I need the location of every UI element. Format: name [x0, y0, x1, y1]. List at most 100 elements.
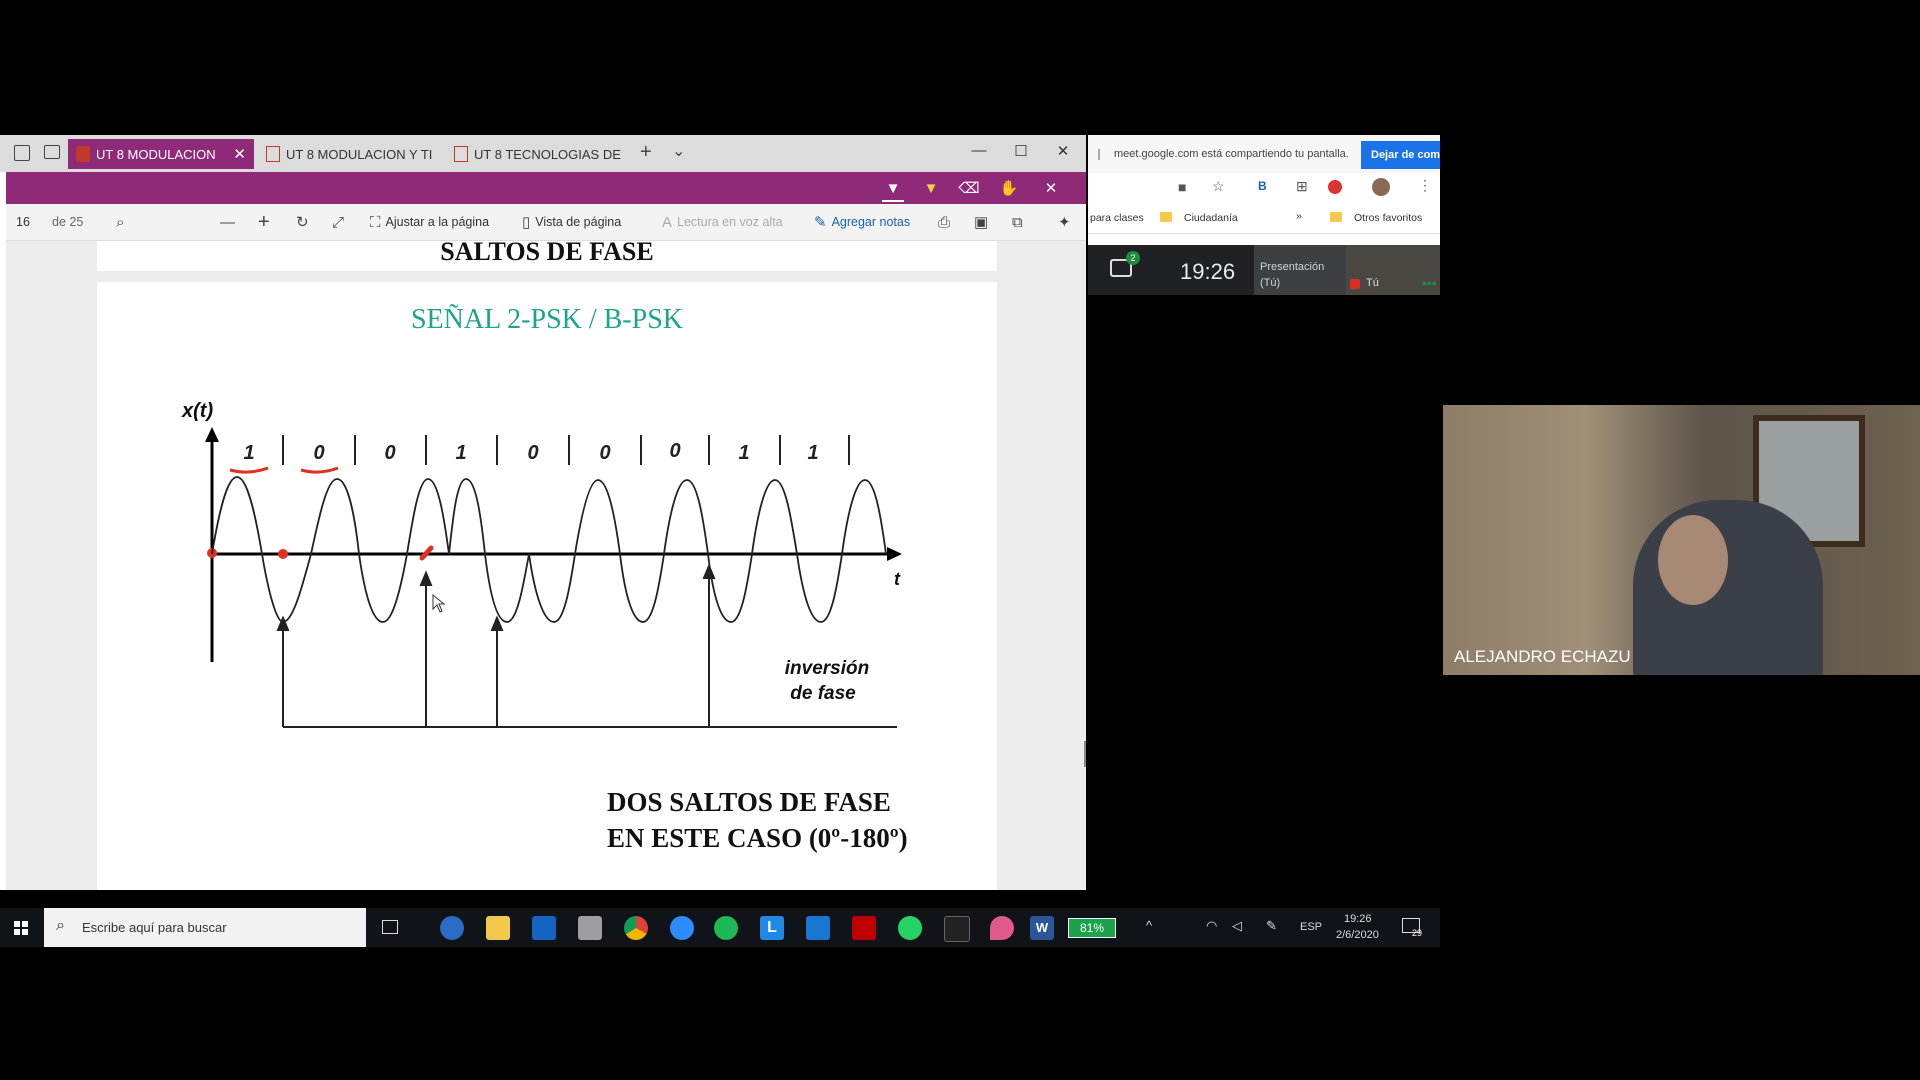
search-icon[interactable]: ⌕ [116, 214, 124, 231]
tab-ut8-tecnologias[interactable]: UT 8 TECNOLOGIAS DE [446, 139, 626, 169]
meet-controls: 2 19:26 Presentación (Tú) Tú ••• [1088, 245, 1440, 295]
scrollbar[interactable] [1084, 741, 1086, 767]
stop-sharing-button[interactable]: Dejar de com [1361, 141, 1440, 169]
shared-screen: UT 8 MODULACION ✕ UT 8 MODULACION Y TI U… [0, 135, 1440, 947]
psk-waveform [211, 476, 887, 623]
whatsapp-icon[interactable] [898, 916, 922, 940]
chrome-icon[interactable] [624, 916, 648, 940]
bit-label: 0 [313, 442, 324, 464]
network-icon[interactable]: ◠ [1206, 918, 1217, 934]
star-icon[interactable]: ☆ [1212, 178, 1225, 195]
read-aloud-button[interactable]: A Lectura en voz alta [662, 204, 783, 240]
x-axis-label: t [894, 569, 901, 589]
ink-toolbar: ▼ ▼ ⌫ ✋ ✕ [6, 172, 1086, 204]
pin-icon[interactable]: ✦ [1058, 213, 1071, 231]
page-number-input[interactable]: 16 [16, 215, 30, 229]
minimize-icon[interactable]: — [964, 142, 994, 159]
filezilla-icon[interactable] [852, 916, 876, 940]
avatar[interactable] [1372, 178, 1390, 196]
extension-icon[interactable]: B [1258, 179, 1267, 193]
fullscreen-icon[interactable]: ⤢ [332, 214, 344, 231]
presentation-tile[interactable]: Presentación (Tú) [1254, 245, 1346, 295]
app-icon[interactable] [578, 916, 602, 940]
phase-mark [419, 545, 434, 561]
participant-video[interactable]: ALEJANDRO ECHAZU [1443, 405, 1920, 675]
taskbar-time: 19:26 [1344, 913, 1372, 925]
rotate-icon[interactable]: ↻ [296, 213, 309, 231]
spotify-icon[interactable] [714, 916, 738, 940]
bit-label: 0 [527, 442, 538, 464]
drag-handle-icon[interactable] [1098, 149, 1100, 160]
fit-page-button[interactable]: ⛶ Ajustar a la página [370, 204, 489, 240]
bookmark-item[interactable]: Ciudadanía [1184, 212, 1238, 224]
tab-label: UT 8 TECNOLOGIAS DE [474, 146, 621, 162]
more-bookmarks-icon[interactable]: » [1296, 210, 1302, 222]
tab-list-button[interactable]: ⌄ [672, 141, 685, 161]
previous-page-title: SALTOS DE FASE [440, 241, 654, 266]
maximize-icon[interactable]: ☐ [1006, 142, 1036, 160]
participant-name: ALEJANDRO ECHAZU [1454, 647, 1631, 666]
touch-writing-icon[interactable]: ✋ [998, 178, 1020, 200]
person-silhouette [1633, 500, 1823, 675]
self-view-tile[interactable]: Tú ••• [1346, 245, 1440, 295]
chevron-up-icon[interactable]: ^ [1146, 918, 1152, 933]
word-icon[interactable]: W [1030, 916, 1054, 940]
menu-icon[interactable]: ⋮ [1418, 177, 1432, 194]
inversion-label: inversión [785, 658, 869, 679]
close-window-icon[interactable]: ✕ [1048, 142, 1078, 160]
volume-icon[interactable]: ◁ [1232, 918, 1242, 934]
tab-ut8-modulacion-y-ti[interactable]: UT 8 MODULACION Y TI [258, 139, 438, 169]
underline-annotation [229, 466, 269, 474]
read-aloud-icon: A [662, 213, 673, 231]
file-explorer-icon[interactable] [486, 916, 510, 940]
print-icon[interactable]: ⎙ [938, 214, 950, 231]
tab-actions-icon[interactable] [14, 145, 30, 161]
pen-icon[interactable]: ▼ [882, 178, 904, 202]
more-options-icon[interactable]: ••• [1422, 275, 1437, 291]
set-aside-tabs-icon[interactable] [44, 145, 60, 159]
folder-icon [1330, 212, 1342, 222]
share-notice-bar: meet.google.com está compartiendo tu pan… [1088, 135, 1440, 173]
close-tab-icon[interactable]: ✕ [233, 145, 246, 163]
page-view-button[interactable]: ▯ Vista de página [522, 204, 621, 240]
tab-label: UT 8 MODULACION Y TI [286, 146, 433, 162]
bit-label: 0 [599, 442, 610, 464]
eraser-icon[interactable]: ⌫ [958, 178, 980, 200]
add-notes-button[interactable]: ✎ Agregar notas [814, 204, 910, 240]
phase-mark [278, 549, 288, 559]
mail-icon[interactable] [806, 916, 830, 940]
underline-annotation [300, 466, 339, 474]
bookmark-item[interactable]: para clases [1090, 212, 1144, 224]
windows-start-icon[interactable] [14, 921, 28, 935]
zoom-out-icon[interactable]: — [220, 214, 235, 231]
terminal-icon[interactable] [944, 916, 970, 942]
bit-label: 1 [455, 442, 466, 464]
grid-icon[interactable]: ⊞ [1296, 178, 1308, 195]
new-tab-button[interactable]: + [640, 141, 652, 164]
outlook-icon[interactable] [532, 916, 556, 940]
close-ink-icon[interactable]: ✕ [1040, 178, 1062, 200]
other-bookmarks[interactable]: Otros favoritos [1354, 212, 1422, 224]
bit-label: 1 [243, 442, 254, 464]
camera-icon[interactable]: ■ [1178, 179, 1186, 195]
previous-page: SALTOS DE FASE [97, 241, 997, 271]
pen-icon[interactable]: ✎ [1266, 918, 1277, 934]
battery-indicator[interactable]: 81% [1068, 918, 1116, 938]
l-app-icon[interactable]: L [760, 916, 784, 940]
bit-separators [282, 435, 850, 465]
highlighter-icon[interactable]: ▼ [920, 178, 942, 200]
notification-count: 29 [1412, 928, 1423, 938]
task-view-icon[interactable] [382, 920, 398, 934]
edge-icon[interactable] [440, 916, 464, 940]
current-page: SEÑAL 2-PSK / B-PSK x(t) t 1 0 0 1 0 0 0… [97, 282, 997, 890]
zoom-icon[interactable] [670, 916, 694, 940]
save-icon[interactable]: ▣ [974, 213, 988, 231]
extension-icon[interactable] [1328, 180, 1342, 194]
language-indicator[interactable]: ESP [1300, 921, 1322, 933]
taskbar-search[interactable]: ⌕ Escribe aquí para buscar [44, 908, 366, 947]
x-axis-arrow [887, 547, 902, 561]
save-as-icon[interactable]: ⧉ [1012, 214, 1023, 231]
drop-icon[interactable] [990, 916, 1014, 940]
zoom-in-icon[interactable]: + [258, 211, 270, 234]
tab-ut8-modulacion[interactable]: UT 8 MODULACION ✕ [68, 139, 254, 169]
